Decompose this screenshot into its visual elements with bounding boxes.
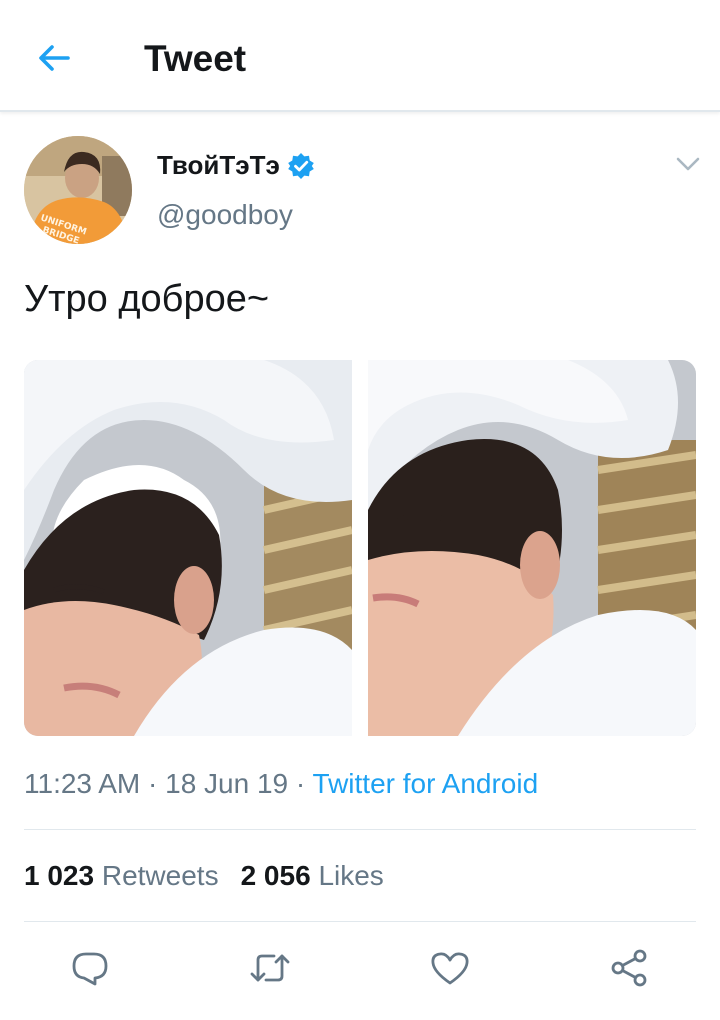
back-button[interactable] [34,38,74,78]
engagement-stats: 1 023 Retweets 2 056 Likes [24,860,384,892]
meta-separator: · [288,768,313,799]
like-count: 2 056 [240,860,311,891]
top-bar: Tweet [0,0,720,112]
tweet-date: 18 Jun 19 [165,768,289,799]
retweet-button[interactable] [248,946,292,990]
share-icon [611,949,647,987]
retweet-label: Retweets [101,860,219,891]
tweet-metadata: 11:23 AM · 18 Jun 19 · Twitter for Andro… [24,768,538,800]
likes-stat[interactable]: 2 056 Likes [241,860,384,891]
author-name[interactable]: ТвойТэТэ [157,150,315,181]
reply-button[interactable] [68,946,112,990]
meta-separator: · [140,768,166,799]
author-handle[interactable]: @goodboy [157,199,293,231]
share-button[interactable] [608,946,652,990]
tweet-time: 11:23 AM [24,768,141,799]
tweet-text: Утро доброе~ [24,278,270,320]
like-button[interactable] [428,946,472,990]
page-title: Tweet [144,38,247,79]
tweet-source-link[interactable]: Twitter for Android [313,768,539,799]
heart-icon [431,952,469,985]
divider [24,829,696,830]
tweet-photo-2[interactable] [368,360,696,736]
retweet-icon [250,954,290,982]
tweet-photo-1[interactable] [24,360,352,736]
tweet-menu-button[interactable] [674,150,702,178]
retweet-count: 1 023 [24,860,95,891]
avatar[interactable]: UNIFORM BRIDGE [24,136,132,244]
verified-badge-icon [287,152,315,180]
divider [24,921,696,922]
arrow-left-icon [39,45,70,71]
reply-icon [72,952,108,986]
retweets-stat[interactable]: 1 023 Retweets [24,860,219,891]
chevron-down-icon [676,157,700,171]
like-label: Likes [318,860,384,891]
display-name-text: ТвойТэТэ [157,150,280,180]
